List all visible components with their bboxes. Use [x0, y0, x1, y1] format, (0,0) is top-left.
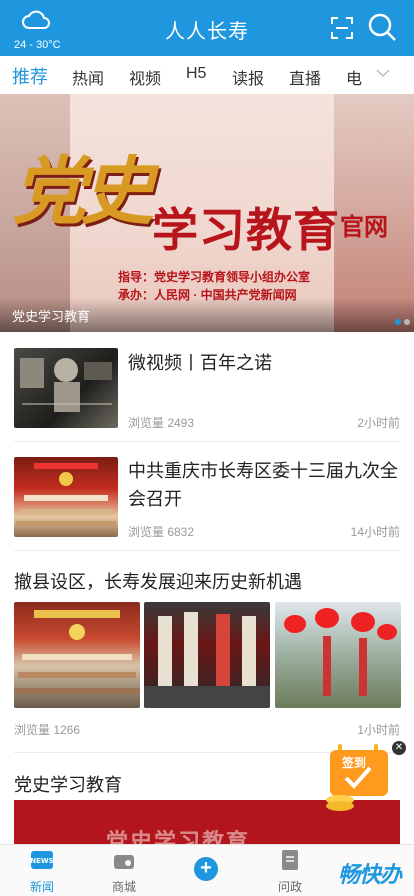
meeting-hall-icon	[16, 463, 116, 526]
search-icon[interactable]	[367, 12, 397, 42]
tab-live[interactable]: 直播	[289, 65, 321, 89]
add-button[interactable]: +	[194, 857, 218, 881]
banner-headline-main: 学习教育	[152, 203, 340, 257]
gallery-time: 1小时前	[357, 723, 400, 737]
section-banner-text: 党史学习教育	[106, 829, 251, 844]
gallery-image[interactable]	[144, 602, 270, 708]
news-time: 14小时前	[350, 525, 400, 539]
news-time: 2小时前	[357, 416, 400, 430]
brand-logo[interactable]: 畅快办	[338, 857, 402, 889]
congress-hall-icon	[14, 610, 140, 694]
plaque-ceremony-icon	[144, 612, 270, 708]
nav-label: 新闻	[29, 880, 54, 894]
nav-label: 问政	[277, 880, 302, 894]
banner-headline-suffix: 官网	[340, 212, 388, 241]
vintage-photo-icon	[20, 358, 112, 412]
news-icon: NEWS	[30, 851, 54, 869]
banner-headline-big: 党史	[12, 149, 154, 235]
nav-item-mall[interactable]: 商城	[94, 849, 154, 895]
tab-video[interactable]: 视频	[129, 65, 161, 89]
shop-icon	[114, 855, 134, 869]
hero-banner[interactable]: 党史 学习教育 官网 指导：党史学习教育领导小组办公室 承办：人民网 · 中国共…	[0, 94, 414, 332]
nav-item-inquiry[interactable]: 问政	[260, 849, 320, 895]
carousel-dot	[404, 319, 410, 325]
nav-label: 商城	[111, 880, 136, 894]
bottom-nav: NEWS 新闻 商城 + 问政 畅快办	[0, 844, 414, 896]
checkin-label: 签到	[342, 756, 367, 770]
news-views: 浏览量 6832	[128, 525, 195, 539]
calendar-check-icon	[326, 744, 388, 811]
divider	[14, 441, 400, 442]
divider	[14, 550, 400, 551]
nav-item-news[interactable]: NEWS 新闻	[12, 849, 72, 895]
lanterns-icon	[284, 608, 397, 696]
tab-hot[interactable]: 热闻	[72, 65, 104, 89]
scan-icon[interactable]	[330, 16, 354, 40]
news-item[interactable]: 微视频丨百年之诺 浏览量 2493 2小时前	[14, 347, 400, 430]
news-title: 中共重庆市长寿区委十三届九次全会召开	[128, 461, 398, 509]
gallery-image[interactable]	[14, 602, 140, 708]
section-title[interactable]: 党史学习教育	[14, 771, 122, 797]
close-icon[interactable]: ✕	[392, 741, 406, 755]
app-header: 24 - 30°C 人人长寿	[0, 0, 414, 56]
channel-tabs: 推荐 热闻 视频 H5 读报 直播 电	[0, 56, 414, 94]
tab-newspaper[interactable]: 读报	[232, 65, 264, 89]
news-title: 微视频丨百年之诺	[128, 353, 272, 373]
gallery-image[interactable]	[275, 602, 401, 708]
banner-caption: 党史学习教育	[12, 309, 91, 324]
gallery-views: 浏览量 1266	[14, 723, 81, 737]
news-thumbnail	[14, 348, 118, 428]
tab-tv[interactable]: 电	[346, 65, 362, 89]
news-thumbnail	[14, 457, 118, 537]
carousel-dot-active	[395, 319, 401, 325]
banner-guidance-line: 指导：党史学习教育领导小组办公室	[118, 270, 311, 284]
tab-recommend[interactable]: 推荐	[12, 63, 48, 89]
news-views: 浏览量 2493	[128, 416, 195, 430]
carousel-indicator	[392, 312, 410, 330]
checkin-float-button[interactable]: 签到	[322, 742, 394, 812]
tab-h5[interactable]: H5	[186, 65, 206, 83]
svg-text:NEWS: NEWS	[30, 857, 53, 865]
news-item[interactable]: 中共重庆市长寿区委十三届九次全会召开 浏览量 6832 14小时前	[14, 456, 400, 539]
gallery-news-title[interactable]: 撤县设区，长寿发展迎来历史新机遇	[14, 568, 302, 594]
document-icon	[282, 850, 298, 870]
chevron-down-icon[interactable]	[376, 65, 390, 81]
